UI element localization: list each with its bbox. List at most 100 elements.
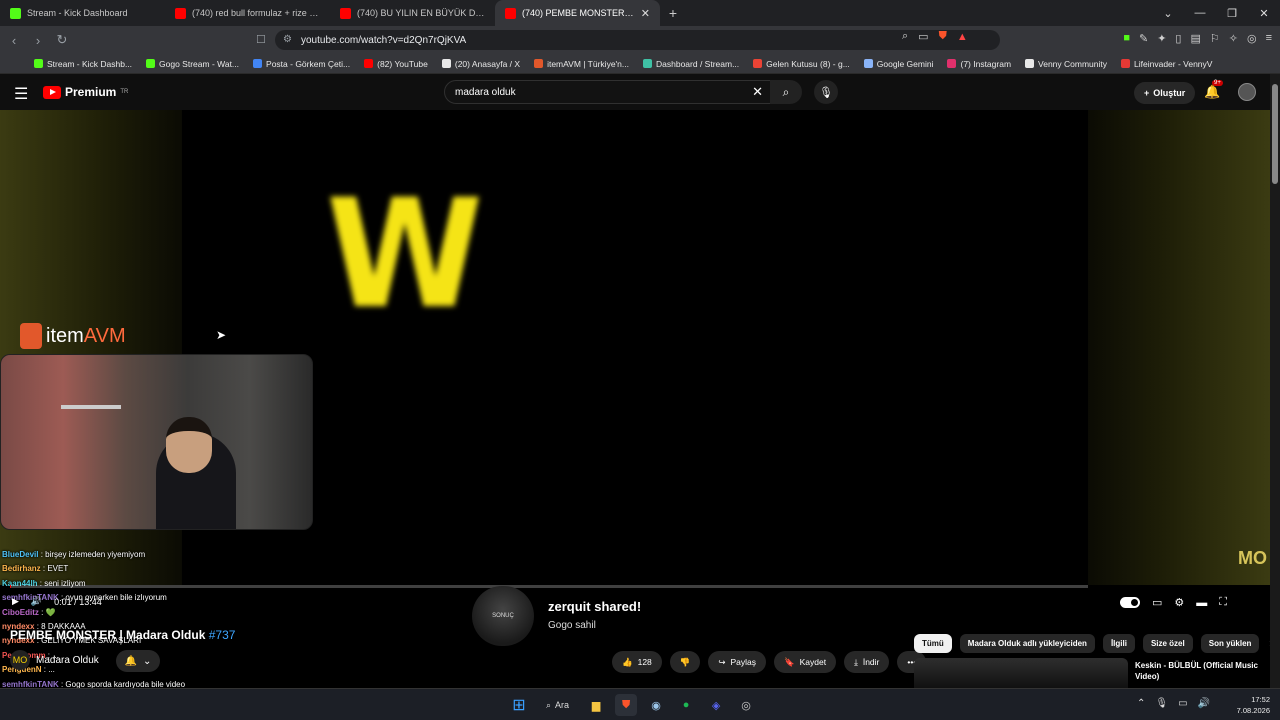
leo-icon[interactable]: ✧ [1229, 32, 1238, 45]
page-scrollbar[interactable] [1270, 74, 1280, 688]
bookmark-item[interactable]: Gelen Kutusu (8) - g... [753, 59, 850, 69]
bookmark-item[interactable]: (20) Anasayfa / X [441, 58, 521, 69]
maximize-icon[interactable]: ❐ [1216, 0, 1248, 26]
recommended-video[interactable]: Keskin - BÜLBÜL (Official Music Video) [914, 658, 1270, 688]
discord-icon[interactable]: ◈ [705, 694, 727, 716]
channel-info[interactable]: MO Madara Olduk [10, 650, 99, 670]
zoom-icon[interactable]: ⌕ [902, 30, 908, 43]
bookmark-label: (20) Anasayfa / X [454, 58, 521, 69]
browser-tab[interactable]: Stream - Kick Dashboard [0, 0, 165, 26]
chevron-up-icon[interactable]: ⌃ [1137, 698, 1145, 709]
menu-icon[interactable]: ≡ [1266, 32, 1272, 45]
windows-start-icon[interactable]: ⊞ [508, 694, 530, 716]
volume-icon[interactable]: 🔊 [31, 596, 42, 607]
bookmark-item[interactable]: Stream - Kick Dashb... [34, 59, 132, 69]
steam-icon[interactable]: ◉ [645, 694, 667, 716]
theater-mode-icon[interactable]: ▬ [1196, 597, 1207, 609]
browser-tab-active[interactable]: (740) PEMBE MONSTER | Madara ✕ [495, 0, 660, 26]
brave-browser-icon[interactable]: ⛊ [615, 694, 638, 716]
bookmark-item[interactable]: Gogo Stream - Wat... [146, 59, 239, 69]
create-button[interactable]: + Oluştur [1134, 82, 1196, 104]
taskbar-clock[interactable]: 17:52 7.08.2026 [1237, 694, 1270, 716]
autoplay-toggle[interactable] [1120, 597, 1140, 608]
wallet-icon[interactable]: ▤ [1190, 32, 1200, 45]
channel-watermark: MO [1238, 548, 1267, 568]
site-info-icon[interactable]: ⚙ [283, 34, 292, 45]
bookmark-item[interactable]: Google Gemini [863, 59, 933, 69]
scrollbar-thumb[interactable] [1272, 84, 1278, 184]
account-avatar[interactable] [1238, 83, 1256, 101]
clear-search-icon[interactable]: ✕ [752, 84, 763, 100]
episode-hashtag[interactable]: #737 [209, 628, 236, 642]
tab-list-icon[interactable]: ⌄ [1152, 0, 1184, 26]
bookmark-icon[interactable]: ☐ [256, 33, 266, 46]
fullscreen-icon[interactable]: ⛶ [1219, 596, 1227, 609]
sidebar-icon[interactable]: ▯ [1175, 32, 1181, 45]
minimize-icon[interactable]: — [1184, 0, 1216, 26]
subscription-bell-button[interactable]: 🔔 ⌄ [116, 650, 160, 672]
forward-icon[interactable]: › [28, 30, 48, 50]
extension-icon[interactable]: ■ [1123, 32, 1130, 45]
play-icon[interactable]: ▶ [12, 596, 19, 607]
notifications-button[interactable]: 🔔 9+ [1204, 80, 1223, 100]
filter-chip[interactable]: Madara Olduk adlı yükleyiciden [959, 634, 1095, 653]
bookmark-item[interactable]: (7) Instagram [947, 59, 1011, 69]
url-field[interactable]: ⚙ youtube.com/watch?v=d2Qn7rQjKVA [275, 30, 1000, 50]
share-button[interactable]: ↪ Paylaş [708, 651, 767, 673]
vpn-icon[interactable]: ⚐ [1210, 32, 1220, 45]
bookmark-item[interactable]: Venny Community [1025, 59, 1107, 69]
speaker-icon[interactable]: 🔊 [1198, 698, 1210, 709]
spotify-icon[interactable]: ● [675, 694, 697, 716]
dislike-button[interactable]: 👎 [669, 651, 701, 673]
settings-gear-icon[interactable]: ⚙ [1174, 596, 1184, 609]
sharer-avatar-text: SONUÇ [492, 613, 514, 619]
back-icon[interactable]: ‹ [4, 30, 24, 50]
bookmark-item[interactable]: Lifeinvader - VennyV [1121, 59, 1212, 69]
brave-rewards-icon[interactable]: ▲ [957, 31, 968, 43]
video-player[interactable]: W itemAVM ➤ MO [0, 110, 1270, 585]
search-value: madara olduk [455, 86, 516, 98]
like-count: 128 [637, 657, 652, 667]
player-controls-right: ▭ ⚙ ▬ ⛶ [1120, 596, 1227, 609]
recommended-thumbnail[interactable] [914, 658, 1128, 688]
search-input[interactable]: madara olduk ✕ [444, 80, 772, 104]
subtitles-icon[interactable]: ▭ [1152, 596, 1162, 609]
profile-icon[interactable]: ◎ [1247, 32, 1257, 45]
chat-username: CiboEditz [2, 607, 39, 617]
bookmark-item[interactable]: Posta - Görkem Çeti... [253, 59, 350, 69]
new-tab-button[interactable]: + [660, 0, 686, 26]
extensions-puzzle-icon[interactable]: ✦ [1157, 32, 1166, 45]
save-button[interactable]: 🔖 Kaydet [774, 651, 837, 673]
cast-icon[interactable]: ▭ [918, 30, 928, 43]
brave-shield-icon[interactable]: ⛊ [939, 30, 947, 43]
voice-search-button[interactable]: 🎙 [814, 80, 838, 104]
recommended-title[interactable]: Keskin - BÜLBÜL (Official Music Video) [1135, 660, 1265, 682]
url-text: youtube.com/watch?v=d2Qn7rQjKVA [301, 34, 467, 46]
filter-chip[interactable]: Son yüklen [1200, 634, 1260, 653]
extension-icon[interactable]: ✎ [1139, 32, 1148, 45]
reload-icon[interactable]: ↻ [52, 30, 72, 50]
bookmark-item[interactable]: Dashboard / Stream... [643, 59, 739, 69]
bookmark-item[interactable]: (82) YouTube [364, 59, 428, 69]
network-icon[interactable]: ▭ [1178, 698, 1187, 709]
search-button[interactable]: ⌕ [770, 80, 802, 104]
microphone-icon[interactable]: 🎙 [1155, 698, 1168, 709]
youtube-premium-logo[interactable]: Premium TR [43, 85, 128, 99]
share-subtitle: Gogo sahil [548, 620, 596, 631]
filter-chip[interactable]: Size özel [1142, 634, 1193, 653]
browser-tab[interactable]: (740) red bull formulaz + rize vlog - [165, 0, 330, 26]
bookmark-item[interactable]: itemAVM | Türkiye'n... [534, 59, 629, 69]
taskbar-search[interactable]: ⌕ Ara [538, 694, 577, 716]
close-window-icon[interactable]: ✕ [1248, 0, 1280, 26]
close-tab-icon[interactable]: ✕ [641, 7, 650, 20]
download-button[interactable]: ⤓ İndir [844, 651, 890, 673]
file-explorer-icon[interactable]: ▆ [585, 694, 607, 716]
channel-avatar[interactable]: MO [10, 650, 30, 670]
hamburger-menu-icon[interactable]: ☰ [14, 84, 28, 104]
filter-chip[interactable]: İlgili [1102, 634, 1135, 653]
browser-tab[interactable]: (740) BU YILIN EN BÜYÜK DRAMASI [330, 0, 495, 26]
filter-chip[interactable]: Tümü [914, 634, 952, 653]
channel-name[interactable]: Madara Olduk [36, 655, 99, 666]
app-icon[interactable]: ◎ [735, 694, 757, 716]
like-button[interactable]: 👍 128 [612, 651, 662, 673]
